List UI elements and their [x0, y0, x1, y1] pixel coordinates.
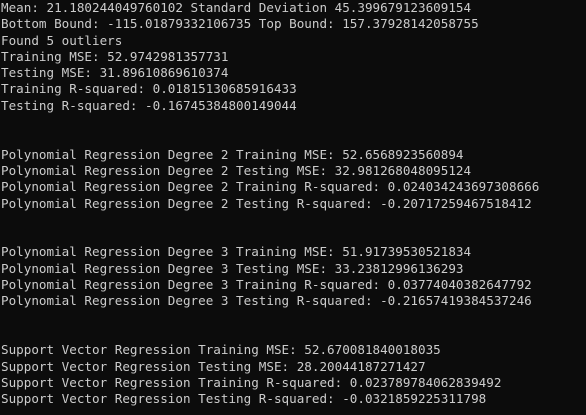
console-line: Polynomial Regression Degree 3 Testing R…: [1, 293, 532, 309]
console-line: Polynomial Regression Degree 3 Training …: [1, 244, 472, 260]
console-line: Mean: 21.180244049760102 Standard Deviat…: [1, 0, 472, 15]
console-line: Support Vector Regression Testing R-squa…: [1, 391, 487, 407]
console-line: Bottom Bound: -115.01879332106735 Top Bo…: [1, 16, 479, 32]
console-line: Training MSE: 52.9742981357731: [1, 48, 229, 64]
console-line: Support Vector Regression Testing MSE: 2…: [1, 358, 426, 374]
console-line: Testing MSE: 31.89610869610374: [1, 65, 229, 81]
console-line: Polynomial Regression Degree 2 Training …: [1, 179, 540, 195]
console-line: Polynomial Regression Degree 2 Testing R…: [1, 195, 532, 211]
console-output[interactable]: Mean: 21.180244049760102 Standard Deviat…: [0, 0, 586, 415]
console-line: Polynomial Regression Degree 3 Testing M…: [1, 260, 464, 276]
console-line: Polynomial Regression Degree 2 Testing M…: [1, 162, 472, 178]
console-line: Testing R-squared: -0.16745384800149044: [1, 97, 297, 113]
console-line: Found 5 outliers: [1, 32, 123, 48]
console-line: Training R-squared: 0.01815130685916433: [1, 81, 297, 97]
console-line: Polynomial Regression Degree 3 Training …: [1, 277, 532, 293]
console-line: Support Vector Regression Training MSE: …: [1, 342, 441, 358]
console-line: Polynomial Regression Degree 2 Training …: [1, 146, 464, 162]
console-line: Support Vector Regression Training R-squ…: [1, 374, 502, 390]
